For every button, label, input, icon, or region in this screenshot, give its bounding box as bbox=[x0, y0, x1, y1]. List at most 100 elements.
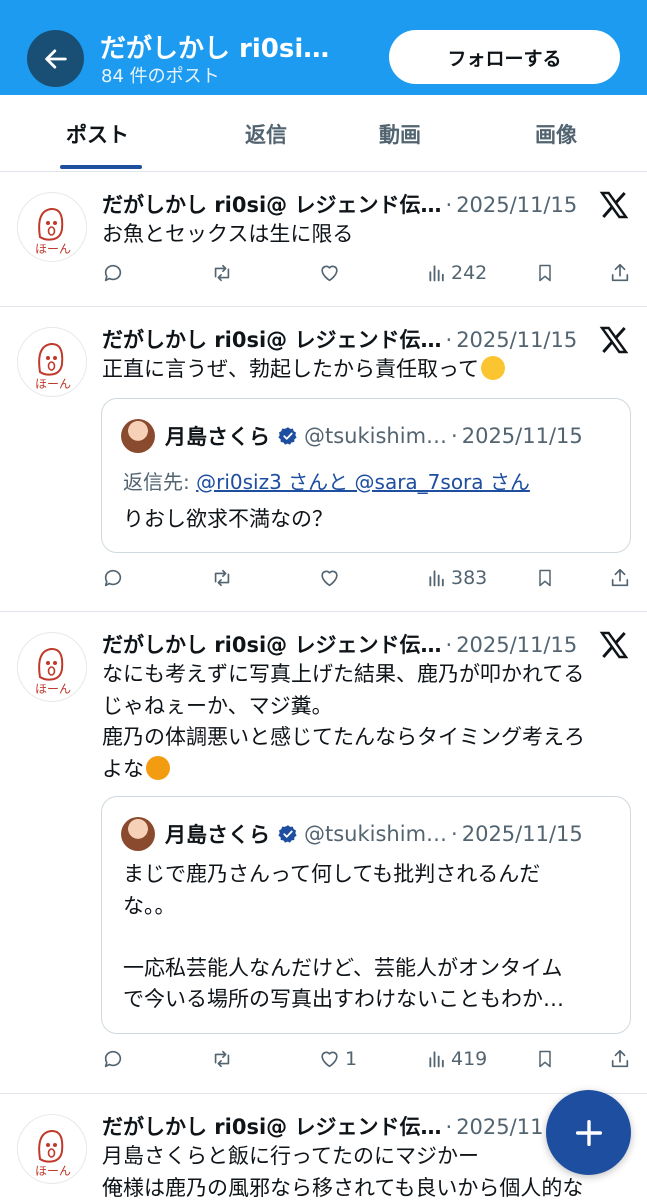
bookmark-button[interactable] bbox=[535, 262, 555, 284]
share-button[interactable] bbox=[609, 262, 631, 284]
analytics-icon bbox=[429, 1051, 444, 1068]
post-text-line: じゃねぇーか、マジ糞。 bbox=[102, 694, 333, 718]
repost-icon bbox=[214, 569, 230, 587]
post[interactable]: ほーん だがしかし ri0si@ レジェンド伝… · 2025/11/15 なに… bbox=[0, 612, 647, 1094]
back-button[interactable] bbox=[27, 30, 84, 87]
reply-icon bbox=[104, 264, 122, 282]
share-button[interactable] bbox=[609, 1048, 631, 1070]
view-count: 419 bbox=[451, 1048, 488, 1070]
tab-videos[interactable]: 動画 bbox=[379, 119, 421, 149]
post-actions: 1 419 bbox=[0, 1048, 647, 1078]
svg-text:ほーん: ほーん bbox=[35, 682, 71, 696]
quoted-post[interactable]: 月島さくら @tsukishim… · 2025/11/15 返信先: @ri0… bbox=[101, 398, 631, 553]
avatar[interactable]: ほーん bbox=[17, 632, 87, 702]
author-name[interactable]: だがしかし ri0si@ レジェンド伝… bbox=[102, 1111, 442, 1141]
author-name[interactable]: だがしかし ri0si@ レジェンド伝… bbox=[102, 324, 442, 354]
avatar[interactable]: ほーん bbox=[17, 1114, 87, 1184]
quoted-post[interactable]: 月島さくら @tsukishim… · 2025/11/15 まじで鹿乃さんって… bbox=[101, 796, 631, 1034]
plus-icon bbox=[575, 1119, 602, 1146]
author-name[interactable]: だがしかし ri0si@ レジェンド伝… bbox=[102, 629, 442, 659]
like-button[interactable]: 1 bbox=[318, 1048, 357, 1070]
profile-name: だがしかし ri0si@ レジェンド伝説 bbox=[100, 34, 350, 64]
post-actions: 383 bbox=[0, 567, 647, 597]
tab-active-indicator bbox=[60, 165, 142, 169]
arrow-left-icon bbox=[44, 48, 67, 69]
like-button[interactable] bbox=[318, 567, 345, 589]
quote-handle[interactable]: @tsukishim… bbox=[304, 822, 447, 846]
quote-handle[interactable]: @tsukishim… bbox=[304, 424, 447, 448]
repost-icon bbox=[214, 1050, 230, 1068]
post-text-line: よな bbox=[102, 754, 632, 785]
tab-posts[interactable]: ポスト bbox=[66, 119, 129, 149]
author-name[interactable]: だがしかし ri0si@ レジェンド伝… bbox=[102, 189, 442, 219]
bookmark-button[interactable] bbox=[535, 567, 555, 589]
avatar[interactable]: ほーん bbox=[17, 192, 87, 262]
kiss-emoji-icon bbox=[480, 356, 505, 380]
quote-text-line: で今いる場所の写真出すわけないこともわか… bbox=[123, 987, 564, 1011]
quote-date[interactable]: 2025/11/15 bbox=[462, 424, 583, 448]
verified-badge-icon bbox=[278, 825, 297, 843]
reply-mention-link[interactable]: @ri0siz3 さんと @sara_7sora さん bbox=[196, 470, 530, 494]
reply-button[interactable] bbox=[102, 567, 124, 589]
post[interactable]: ほーん だがしかし ri0si@ レジェンド伝… · 2025/11/15 お魚… bbox=[0, 172, 647, 307]
views-button[interactable]: 383 bbox=[427, 567, 487, 589]
repost-button[interactable] bbox=[210, 567, 234, 589]
post-text-line: 鹿乃の体調悪いと感じてたんならタイミング考えろ bbox=[102, 725, 585, 749]
svg-text:ほーん: ほーん bbox=[35, 377, 71, 391]
post-text: お魚とセックスは生に限る bbox=[102, 222, 354, 246]
bookmark-icon bbox=[539, 569, 551, 587]
profile-header: だがしかし ri0si@ レジェンド伝説 84 件のポスト フォローする bbox=[0, 0, 647, 95]
post-meta: だがしかし ri0si@ レジェンド伝… · 2025/11/15 bbox=[102, 324, 596, 354]
post-date[interactable]: 2025/11 bbox=[456, 1115, 543, 1139]
repost-button[interactable] bbox=[210, 1048, 234, 1070]
quote-date[interactable]: 2025/11/15 bbox=[462, 822, 583, 846]
post-date[interactable]: 2025/11/15 bbox=[456, 633, 577, 657]
tab-replies[interactable]: 返信 bbox=[245, 119, 287, 149]
compose-post-button[interactable] bbox=[546, 1090, 631, 1175]
analytics-icon bbox=[429, 265, 444, 282]
bookmark-icon bbox=[539, 264, 551, 282]
quote-meta: 月島さくら @tsukishim… · 2025/11/15 bbox=[165, 819, 583, 849]
post-meta: だがしかし ri0si@ レジェンド伝… · 2025/11/15 bbox=[102, 189, 596, 219]
reply-button[interactable] bbox=[102, 1048, 124, 1070]
analytics-icon bbox=[429, 570, 444, 587]
quote-author-name[interactable]: 月島さくら bbox=[165, 819, 270, 849]
ghost-icon: ほーん bbox=[35, 647, 71, 696]
like-count: 1 bbox=[345, 1048, 358, 1070]
x-logo-icon bbox=[599, 326, 629, 354]
quote-avatar[interactable] bbox=[121, 817, 155, 851]
quote-avatar[interactable] bbox=[121, 419, 155, 453]
verified-badge-icon bbox=[278, 427, 297, 445]
view-count: 383 bbox=[451, 567, 488, 589]
post-date[interactable]: 2025/11/15 bbox=[456, 193, 577, 217]
quote-text-line: 一応私芸能人なんだけど、芸能人がオンタイム bbox=[123, 956, 563, 980]
reply-to-line: 返信先: @ri0siz3 さんと @sara_7sora さん bbox=[123, 470, 530, 494]
angry-emoji-icon bbox=[146, 756, 170, 780]
view-count: 242 bbox=[451, 262, 488, 284]
quote-author-name[interactable]: 月島さくら bbox=[165, 421, 270, 451]
quote-text-line: まじで鹿乃さんって何しても批判されるんだ bbox=[123, 862, 541, 886]
like-button[interactable] bbox=[318, 262, 345, 284]
reply-button[interactable] bbox=[102, 262, 124, 284]
follow-button[interactable]: フォローする bbox=[389, 30, 620, 84]
post[interactable]: ほーん だがしかし ri0si@ レジェンド伝… · 2025/11/15 正直… bbox=[0, 307, 647, 612]
x-logo-icon bbox=[599, 631, 629, 659]
reply-icon bbox=[104, 569, 122, 587]
tab-images[interactable]: 画像 bbox=[535, 119, 577, 149]
avatar[interactable]: ほーん bbox=[17, 327, 87, 397]
post-count: 84 件のポスト bbox=[101, 66, 220, 87]
views-button[interactable]: 242 bbox=[427, 262, 487, 284]
views-button[interactable]: 419 bbox=[427, 1048, 487, 1070]
share-button[interactable] bbox=[609, 567, 631, 589]
bookmark-icon bbox=[539, 1050, 551, 1068]
svg-text:ほーん: ほーん bbox=[35, 242, 71, 256]
bookmark-button[interactable] bbox=[535, 1048, 555, 1070]
share-icon bbox=[611, 263, 629, 282]
quote-meta: 月島さくら @tsukishim… · 2025/11/15 bbox=[165, 421, 583, 451]
post-text-line: なにも考えずに写真上げた結果、鹿乃が叩かれてる bbox=[102, 662, 585, 686]
post-date[interactable]: 2025/11/15 bbox=[456, 328, 577, 352]
repost-button[interactable] bbox=[210, 262, 234, 284]
heart-icon bbox=[321, 570, 338, 587]
post-text: 正直に言うぜ、勃起したから責任取って bbox=[102, 354, 632, 385]
reply-icon bbox=[104, 1050, 122, 1068]
